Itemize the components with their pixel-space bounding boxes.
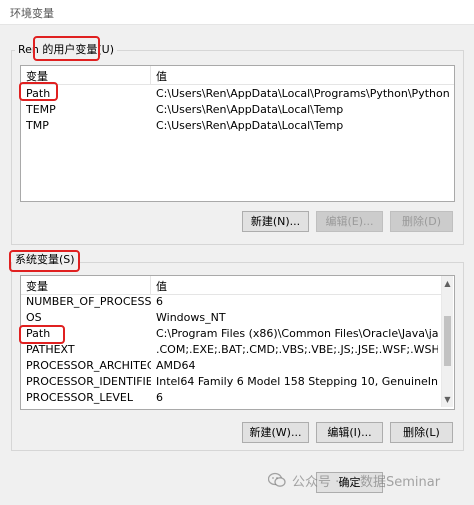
- variable-name: PROCESSOR_ARCHITECT...: [26, 359, 151, 372]
- table-row[interactable]: Path C:\Program Files (x86)\Common Files…: [21, 326, 441, 342]
- table-row[interactable]: NUMBER_OF_PROCESSORS 6: [21, 294, 441, 310]
- table-row[interactable]: PROCESSOR_ARCHITECT... AMD64: [21, 358, 441, 374]
- variable-name: PATHEXT: [26, 343, 75, 356]
- user-new-button[interactable]: 新建(N)...: [242, 211, 309, 232]
- variable-name: PROCESSOR_LEVEL: [26, 391, 134, 404]
- column-separator[interactable]: [150, 276, 151, 294]
- table-row[interactable]: Path C:\Users\Ren\AppData\Local\Programs…: [21, 86, 454, 102]
- window-title: 环境变量: [10, 7, 54, 20]
- column-separator[interactable]: [150, 66, 151, 84]
- scroll-down-icon[interactable]: ▼: [442, 392, 453, 407]
- column-header-variable[interactable]: 变量: [26, 278, 48, 294]
- system-delete-button[interactable]: 删除(L): [390, 422, 453, 443]
- variable-value: AMD64: [156, 359, 196, 372]
- user-delete-button[interactable]: 删除(D): [390, 211, 453, 232]
- variable-name: NUMBER_OF_PROCESSORS: [26, 295, 151, 308]
- system-variables-list[interactable]: 变量 值 NUMBER_OF_PROCESSORS 6 OS Windows_N…: [20, 275, 455, 410]
- scroll-up-icon[interactable]: ▲: [442, 276, 453, 291]
- title-bar[interactable]: 环境变量: [0, 0, 474, 25]
- variable-value: Windows_NT: [156, 311, 226, 324]
- list-header: 变量 值: [21, 276, 441, 295]
- table-row[interactable]: PROCESSOR_LEVEL 6: [21, 390, 441, 406]
- column-header-value[interactable]: 值: [156, 278, 167, 294]
- table-row[interactable]: OS Windows_NT: [21, 310, 441, 326]
- table-row[interactable]: PATHEXT .COM;.EXE;.BAT;.CMD;.VBS;.VBE;.J…: [21, 342, 441, 358]
- variable-value: C:\Users\Ren\AppData\Local\Temp: [156, 103, 344, 116]
- environment-variables-dialog: 环境变量 Ren 的用户变量(U) 变量 值 Path C:\Users\Ren…: [0, 0, 474, 505]
- user-group-label-highlight: [33, 36, 100, 61]
- user-variables-list[interactable]: 变量 值 Path C:\Users\Ren\AppData\Local\Pro…: [20, 65, 455, 202]
- vertical-scrollbar[interactable]: ▲ ▼: [441, 276, 453, 407]
- list-header: 变量 值: [21, 66, 454, 85]
- variable-name: OS: [26, 311, 42, 324]
- variable-value: .COM;.EXE;.BAT;.CMD;.VBS;.VBE;.JS;.JSE;.…: [156, 343, 438, 356]
- watermark: 公众号 · 数据Seminar: [268, 470, 468, 492]
- column-header-value[interactable]: 值: [156, 68, 167, 84]
- variable-value: C:\Users\Ren\AppData\Local\Temp: [156, 119, 344, 132]
- variable-value: 6: [156, 391, 163, 404]
- system-path-highlight: [19, 325, 65, 344]
- variable-name: PROCESSOR_IDENTIFIER: [26, 375, 151, 388]
- system-group-label-highlight: [9, 250, 80, 272]
- system-new-button[interactable]: 新建(W)...: [242, 422, 309, 443]
- variable-name: TEMP: [26, 103, 56, 116]
- variable-value: C:\Users\Ren\AppData\Local\Programs\Pyth…: [156, 87, 450, 100]
- variable-value: 6: [156, 295, 163, 308]
- user-path-highlight: [19, 82, 58, 101]
- wechat-icon: [268, 472, 286, 487]
- watermark-text-prefix: 公众号 ·: [292, 475, 340, 490]
- watermark-text-name: 数据Seminar: [360, 475, 441, 490]
- table-row[interactable]: TMP C:\Users\Ren\AppData\Local\Temp: [21, 118, 454, 134]
- table-row[interactable]: PROCESSOR_IDENTIFIER Intel64 Family 6 Mo…: [21, 374, 441, 390]
- scrollbar-thumb[interactable]: [444, 316, 451, 366]
- table-row[interactable]: TEMP C:\Users\Ren\AppData\Local\Temp: [21, 102, 454, 118]
- user-edit-button[interactable]: 编辑(E)...: [316, 211, 383, 232]
- variable-value: C:\Program Files (x86)\Common Files\Orac…: [156, 327, 438, 340]
- system-edit-button[interactable]: 编辑(I)...: [316, 422, 383, 443]
- variable-value: Intel64 Family 6 Model 158 Stepping 10, …: [156, 375, 438, 388]
- variable-name: TMP: [26, 119, 49, 132]
